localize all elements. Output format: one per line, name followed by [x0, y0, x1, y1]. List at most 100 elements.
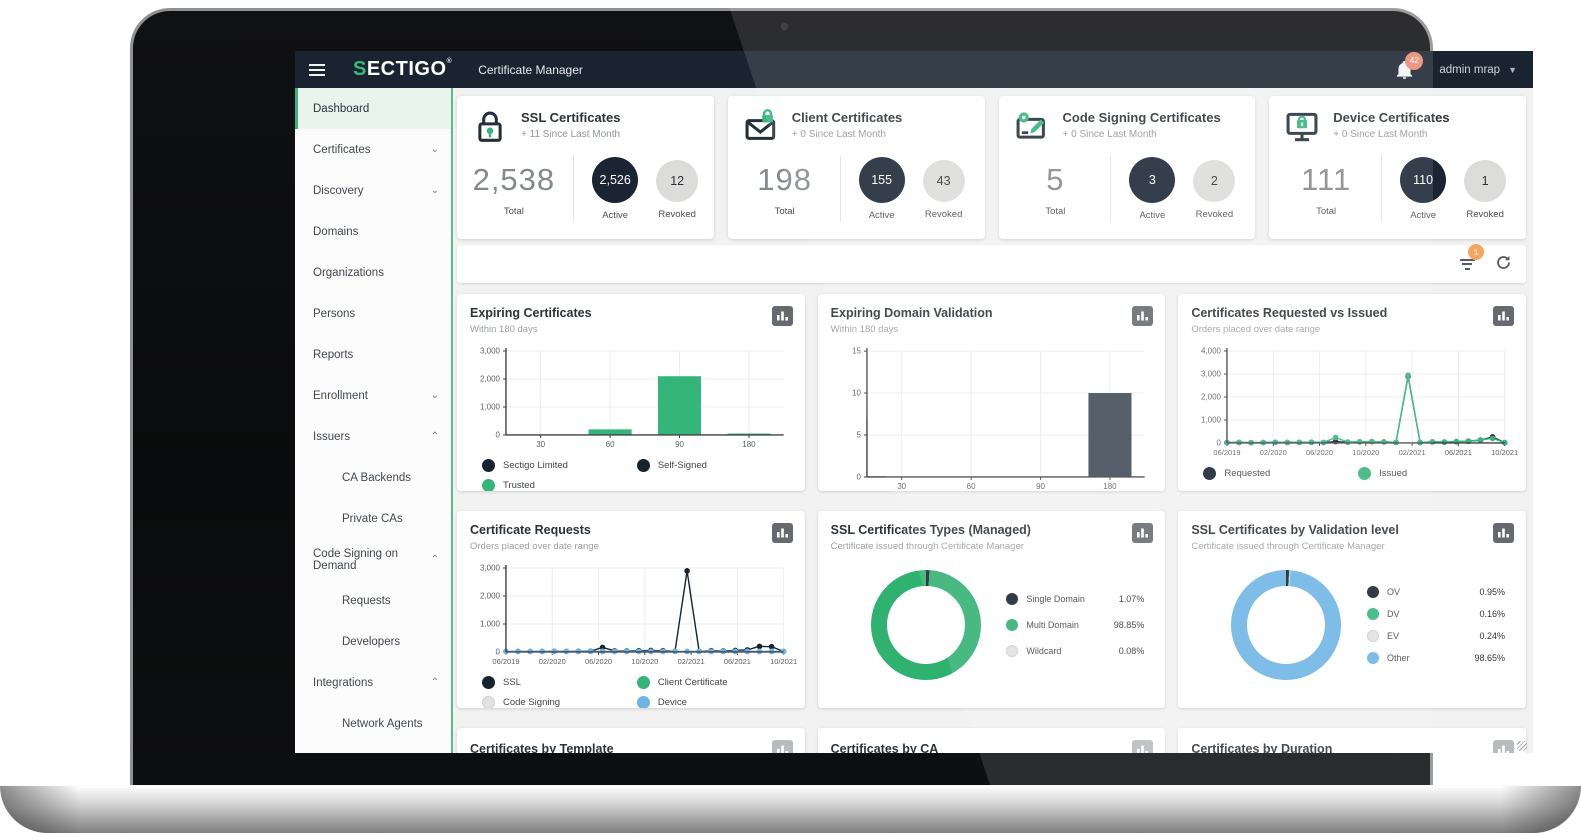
svg-text:06/2021: 06/2021 [724, 657, 751, 666]
legend-dot [482, 479, 495, 491]
legend-item-single-domain[interactable]: Single Domain1.07% [1006, 586, 1144, 612]
legend-item-wildcard[interactable]: Wildcard0.08% [1006, 638, 1144, 664]
stat-card-titles: Code Signing Certificates + 0 Since Last … [1063, 108, 1221, 146]
sidebar-item-enrollment[interactable]: Enrollment⌄ [295, 375, 451, 416]
sidebar-item-issuers[interactable]: Issuers⌃ [295, 416, 451, 457]
sidebar-item-requests[interactable]: Requests [295, 580, 451, 621]
laptop-mockup: SECTIGO® Certificate Manager 42 admin mr… [0, 0, 1581, 833]
legend-item-code-signing[interactable]: Code Signing [482, 696, 637, 708]
svg-text:3,000: 3,000 [480, 347, 501, 356]
revoked-block: 12Revoked [656, 158, 698, 220]
sidebar-item-code-signing-on-demand[interactable]: Code Signing on Demand⌃ [295, 539, 451, 580]
notification-badge: 42 [1405, 52, 1423, 70]
sidebar-item-discovery[interactable]: Discovery⌄ [295, 170, 451, 211]
stat-card-title: Code Signing Certificates [1063, 108, 1221, 125]
legend-dot [1367, 608, 1379, 620]
sidebar-item-integrations[interactable]: Integrations⌃ [295, 662, 451, 703]
sectigo-logo[interactable]: SECTIGO® [353, 58, 452, 81]
total-block: 198Total [748, 162, 822, 217]
sidebar-item-organizations[interactable]: Organizations [295, 252, 451, 293]
legend-item-multi-domain[interactable]: Multi Domain98.85% [1006, 612, 1144, 638]
svg-text:90: 90 [675, 440, 684, 449]
chart-type-icon[interactable] [1132, 740, 1153, 753]
chart-type-icon[interactable] [772, 523, 793, 543]
svg-text:3,000: 3,000 [1201, 370, 1222, 379]
legend-item-ev[interactable]: EV0.24% [1367, 625, 1505, 647]
legend-label: Wildcard [1026, 646, 1098, 656]
chart-card-ssl-certificates-by-validation-level: SSL Certificates by Validation levelCert… [1178, 511, 1526, 708]
sidebar-item-developers[interactable]: Developers [295, 621, 451, 662]
legend-item-ssl[interactable]: SSL [482, 676, 637, 689]
chart-legend: Sectigo LimitedSelf-SignedTrusted [470, 459, 792, 491]
revoked-label: Revoked [1464, 209, 1506, 220]
legend-dot [637, 696, 650, 708]
legend-dot [1367, 652, 1379, 664]
filter-count-badge: 1 [1468, 244, 1484, 260]
svg-text:3,000: 3,000 [480, 564, 501, 573]
divider [1110, 156, 1111, 222]
svg-text:06/2021: 06/2021 [1445, 448, 1472, 457]
user-menu[interactable]: admin mrap ▼ [1439, 64, 1517, 76]
chart-type-icon[interactable] [1493, 523, 1514, 543]
legend-item-requested[interactable]: Requested [1203, 467, 1358, 480]
stat-card-title: Client Certificates [792, 108, 903, 125]
notifications-bell-icon[interactable]: 42 [1396, 61, 1413, 79]
revoked-block: 43Revoked [923, 158, 965, 220]
legend-item-other[interactable]: Other98.65% [1367, 647, 1505, 669]
svg-text:0: 0 [1217, 438, 1222, 447]
sidebar-item-network-agents[interactable]: Network Agents [295, 703, 451, 744]
legend-dot [1367, 586, 1379, 598]
sidebar-item-private-cas[interactable]: Private CAs [295, 498, 451, 539]
chart-type-icon[interactable] [1132, 306, 1153, 326]
chevron-up-icon: ⌃ [431, 677, 439, 688]
sidebar-item-reports[interactable]: Reports [295, 334, 451, 375]
legend-dot [1367, 630, 1379, 642]
donut-legend: OV0.95%DV0.16%EV0.24%Other98.65% [1367, 581, 1505, 669]
refresh-icon[interactable] [1495, 254, 1512, 274]
svg-text:10/2021: 10/2021 [1491, 448, 1518, 457]
legend-item-ov[interactable]: OV0.95% [1367, 581, 1505, 603]
sidebar-item-certificates[interactable]: Certificates⌄ [295, 129, 451, 170]
legend-item-dv[interactable]: DV0.16% [1367, 603, 1505, 625]
chart-type-icon[interactable] [1493, 740, 1514, 753]
sidebar-item-dashboard[interactable]: Dashboard [295, 88, 451, 129]
svg-text:60: 60 [966, 482, 975, 491]
stat-card-delta: + 11 Since Last Month [521, 129, 620, 140]
filter-icon[interactable]: 1 [1457, 255, 1477, 273]
legend-dot [482, 676, 495, 689]
legend-label: OV [1387, 587, 1459, 597]
sidebar-item-ca-backends[interactable]: CA Backends [295, 457, 451, 498]
legend-label: Multi Domain [1026, 620, 1098, 630]
resize-grip[interactable] [1517, 741, 1527, 751]
active-count-circle: 155 [859, 157, 905, 203]
sidebar-item-persons[interactable]: Persons [295, 293, 451, 334]
divider [840, 156, 841, 222]
chart-subtitle: Within 180 days [470, 324, 792, 335]
chart-type-icon[interactable] [772, 306, 793, 326]
total-value: 111 [1289, 162, 1363, 198]
legend-item-self-signed[interactable]: Self-Signed [637, 459, 792, 472]
device-monitor-icon [1283, 108, 1321, 146]
legend-item-device[interactable]: Device [637, 696, 792, 708]
legend-item-trusted[interactable]: Trusted [482, 479, 637, 491]
chart-subtitle: Orders placed over date range [1191, 324, 1513, 335]
hamburger-menu-icon[interactable] [309, 64, 329, 76]
chart-card-certificates-by-ca: Certificates by CA [818, 728, 1166, 753]
legend-item-client-certificate[interactable]: Client Certificate [637, 676, 792, 689]
legend-item-sectigo-limited[interactable]: Sectigo Limited [482, 459, 637, 472]
chart-type-icon[interactable] [1493, 306, 1514, 326]
chart-type-icon[interactable] [772, 740, 793, 753]
legend-label: Device [658, 697, 687, 708]
sidebar-item-domains[interactable]: Domains [295, 211, 451, 252]
svg-text:0: 0 [496, 430, 501, 439]
legend-dot [637, 459, 650, 472]
registered-mark: ® [447, 58, 453, 65]
stat-card-delta: + 0 Since Last Month [1063, 129, 1221, 140]
chart-type-icon[interactable] [1132, 523, 1153, 543]
donut-chart [1223, 562, 1349, 688]
webcam-icon [781, 23, 788, 30]
sidebar-item-label: Discovery [313, 185, 363, 197]
svg-text:0: 0 [496, 647, 501, 656]
legend-item-issued[interactable]: Issued [1358, 467, 1513, 480]
stat-card-titles: Client Certificates+ 0 Since Last Month [792, 108, 903, 146]
